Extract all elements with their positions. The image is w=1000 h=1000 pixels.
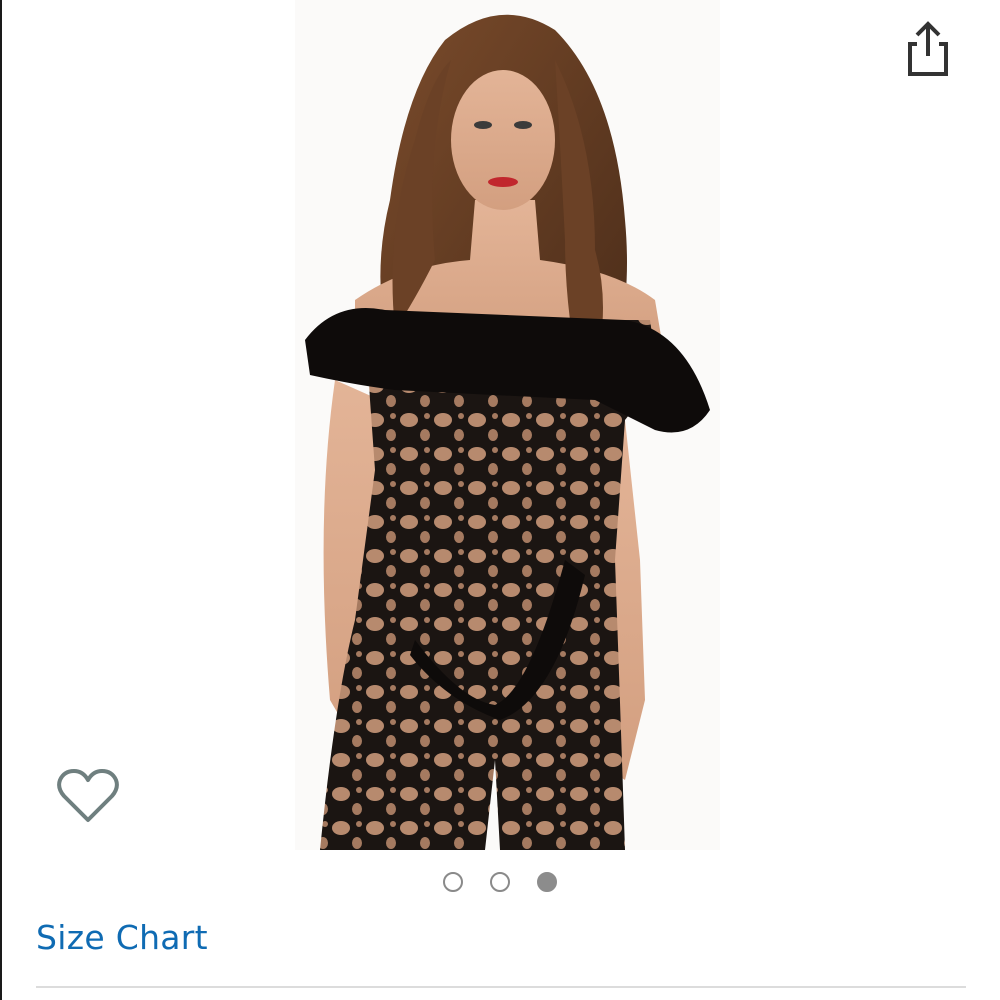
size-chart-link[interactable]: Size Chart — [36, 918, 208, 957]
share-button[interactable] — [900, 18, 956, 78]
share-icon — [908, 21, 948, 76]
left-edge-border — [0, 0, 2, 1000]
section-divider — [36, 986, 966, 988]
pager-dot-1[interactable] — [443, 872, 463, 892]
product-detail-page: Size Chart — [0, 0, 1000, 1000]
wishlist-button[interactable] — [56, 766, 120, 826]
product-photo — [305, 14, 710, 850]
image-pager — [443, 870, 557, 894]
product-image[interactable] — [295, 0, 720, 850]
pager-dot-2[interactable] — [490, 872, 510, 892]
pager-dot-3-active[interactable] — [537, 872, 557, 892]
heart-outline-icon — [57, 769, 119, 822]
